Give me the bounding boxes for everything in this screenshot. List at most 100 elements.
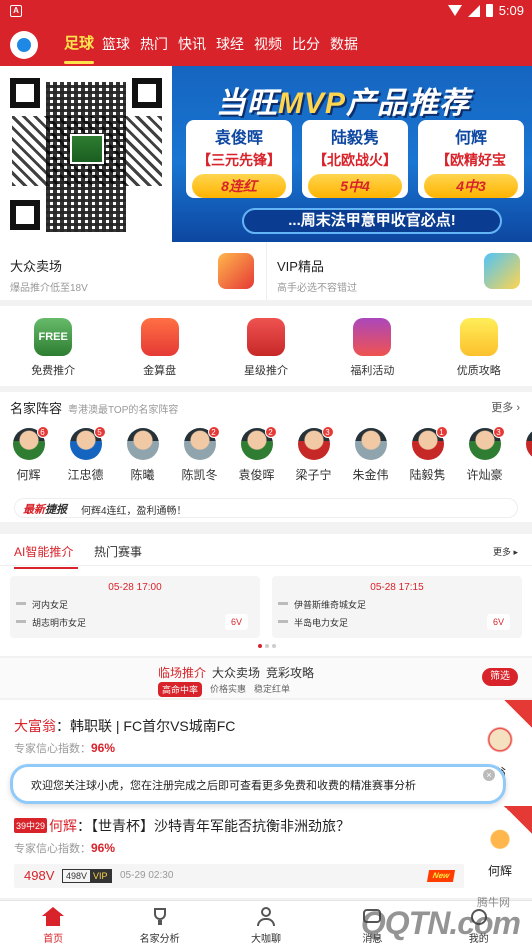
news-ticker[interactable]: 最新捷报 何辉4连红，盈利通畅！ bbox=[14, 498, 518, 518]
match-time: 05-29 02:30 bbox=[120, 870, 174, 881]
filter-high-hit[interactable]: 高命中率 bbox=[158, 682, 203, 697]
category-tabs: 足球 篮球 热门 快讯 球经 视频 比分 数据 bbox=[64, 24, 368, 66]
promo-title: 当旺MVP产品推荐 bbox=[216, 87, 471, 120]
status-bar: A 5:09 bbox=[0, 0, 532, 24]
corner-ribbon bbox=[504, 700, 532, 728]
promo-expert-card[interactable]: 何辉 【欧精好宝 4中3 bbox=[418, 120, 524, 198]
wifi-icon bbox=[447, 5, 462, 16]
expert-avatar[interactable]: 2 陈凯冬 bbox=[171, 426, 228, 483]
expert-avatar[interactable]: 3 许灿豪 bbox=[456, 426, 513, 483]
tab-football[interactable]: 足球 bbox=[64, 24, 102, 66]
bottom-tabbar: 首页 名家分析 大咖聊 消息 我的 bbox=[0, 900, 532, 946]
tab-analysis[interactable]: 球经 bbox=[216, 24, 254, 66]
tab-news[interactable]: 快讯 bbox=[178, 24, 216, 66]
trophy-icon bbox=[149, 907, 171, 927]
clock: 5:09 bbox=[498, 3, 524, 18]
ticker-message: 何辉4连红，盈利通畅！ bbox=[81, 506, 187, 517]
expert-avatar[interactable]: ... bbox=[513, 428, 532, 483]
expert-avatar[interactable]: 3 梁子宁 bbox=[285, 426, 342, 483]
market-entries: 大众卖场 爆品推介低至18V VIP精品 高手必选不容错过 bbox=[0, 242, 532, 300]
new-badge: New bbox=[426, 870, 456, 882]
message-icon bbox=[361, 907, 383, 927]
toast-message: 欢迎您关注球小虎，您在注册完成之后即可查看更多免费和收费的精准赛事分析 bbox=[31, 780, 416, 792]
close-icon[interactable]: × bbox=[483, 769, 495, 781]
chat-person-icon bbox=[255, 907, 277, 927]
expert-avatar[interactable]: 陈曦 bbox=[114, 428, 171, 483]
filter-stable[interactable]: 稳定红单 bbox=[254, 682, 290, 697]
quick-promotions[interactable]: 福利活动 bbox=[319, 306, 425, 386]
vip-entry[interactable]: VIP精品 高手必选不容错过 bbox=[266, 242, 532, 300]
feed-main-tabs: 临场推介 大众卖场 竞彩攻略 bbox=[158, 664, 314, 681]
ai-tabs: AI智能推介 热门赛事 更多 ▸ bbox=[0, 534, 532, 569]
experts-more-link[interactable]: 更多 › bbox=[491, 399, 520, 415]
tab-scores[interactable]: 比分 bbox=[292, 24, 330, 66]
expert-avatar-list: 6 何辉 5 江忠德 陈曦 2 陈凯冬 2 袁俊晖 3 梁子宁 朱金伟 1 陆毅隽 3 许灿豪… bbox=[0, 426, 532, 483]
free-icon: FREE bbox=[34, 318, 73, 356]
signal-icon bbox=[467, 4, 480, 17]
tab-profile[interactable]: 我的 bbox=[426, 901, 532, 946]
vip-icon bbox=[484, 253, 520, 289]
promo-banner[interactable]: 当旺MVP产品推荐 袁俊晖 【三元先锋】 8连红 陆毅隽 【北欧战火】 5中4 … bbox=[0, 66, 532, 242]
confidence-index: 专家信心指数：96% bbox=[14, 841, 116, 855]
app-logo[interactable] bbox=[10, 31, 38, 59]
match-card[interactable]: 05-28 17:00 河内女足 胡志明市女足 6V bbox=[10, 576, 260, 638]
welcome-toast[interactable]: 欢迎您关注球小虎，您在注册完成之后即可查看更多免费和收费的精准赛事分析 × bbox=[10, 764, 506, 804]
tab-hot-matches[interactable]: 热门赛事 bbox=[94, 543, 142, 560]
tab-home[interactable]: 首页 bbox=[0, 901, 106, 946]
quick-star-picks[interactable]: 星级推介 bbox=[213, 306, 319, 386]
feed-post[interactable]: 39中29 何辉：【世青杯】沙特青年军能否抗衡非洲劲旅？ 专家信心指数：96% 4… bbox=[0, 806, 532, 898]
experts-header: 名家阵容 粤港澳最TOP的名家阵容 更多 › bbox=[10, 399, 520, 416]
profile-icon bbox=[468, 907, 490, 927]
ticker-tag: 最新捷报 bbox=[23, 504, 67, 516]
tab-video[interactable]: 视频 bbox=[254, 24, 292, 66]
shop-icon bbox=[218, 253, 254, 289]
star-medal-icon bbox=[246, 318, 285, 356]
post-title: 39中29 何辉：【世青杯】沙特青年军能否抗衡非洲劲旅？ bbox=[14, 818, 351, 834]
tab-public-market[interactable]: 大众卖场 bbox=[212, 664, 260, 681]
filter-good-price[interactable]: 价格实惠 bbox=[210, 682, 246, 697]
ai-section: AI智能推介 热门赛事 更多 ▸ 05-28 17:00 河内女足 胡志明市女足… bbox=[0, 534, 532, 656]
gift-icon bbox=[353, 318, 392, 356]
expert-avatar[interactable]: 朱金伟 bbox=[342, 428, 399, 483]
tab-lottery-guides[interactable]: 竞彩攻略 bbox=[266, 664, 314, 681]
expert-avatar[interactable]: 5 江忠德 bbox=[57, 426, 114, 483]
tab-live-picks[interactable]: 临场推介 bbox=[158, 664, 206, 681]
tab-messages[interactable]: 消息 bbox=[319, 901, 425, 946]
quick-actions: FREE 免费推介 金算盘 星级推介 福利活动 优质攻略 bbox=[0, 306, 532, 386]
tab-hot[interactable]: 热门 bbox=[140, 24, 178, 66]
price: 498V bbox=[24, 868, 55, 883]
post-title: 大富翁：韩职联 | FC首尔VS城南FC bbox=[14, 718, 236, 734]
tab-ai-picks[interactable]: AI智能推介 bbox=[14, 543, 79, 569]
promo-expert-card[interactable]: 陆毅隽 【北欧战火】 5中4 bbox=[302, 120, 408, 198]
tab-bigshot-chat[interactable]: 大咖聊 bbox=[213, 901, 319, 946]
confidence-index: 专家信心指数：96% bbox=[14, 741, 116, 755]
tab-basketball[interactable]: 篮球 bbox=[102, 24, 140, 66]
match-card[interactable]: 05-28 17:15 伊普斯维奇城女足 半岛电力女足 6V bbox=[272, 576, 522, 638]
price-row: 498V 498V VIP 05-29 02:30 New bbox=[14, 864, 464, 888]
ai-more-link[interactable]: 更多 ▸ bbox=[493, 545, 518, 558]
filter-button[interactable]: 筛选 bbox=[482, 668, 518, 686]
system-icons: 5:09 bbox=[447, 3, 524, 18]
quick-free-picks[interactable]: FREE 免费推介 bbox=[0, 306, 106, 386]
quick-guides[interactable]: 优质攻略 bbox=[426, 306, 532, 386]
qr-center-photo bbox=[70, 134, 104, 164]
battery-icon bbox=[485, 4, 493, 17]
top-navbar: 足球 篮球 热门 快讯 球经 视频 比分 数据 bbox=[0, 24, 532, 66]
home-icon bbox=[42, 907, 65, 927]
public-market-entry[interactable]: 大众卖场 爆品推介低至18V bbox=[0, 242, 266, 300]
feed-sub-filters: 高命中率 价格实惠 稳定红单 bbox=[158, 682, 290, 697]
quick-gold-abacus[interactable]: 金算盘 bbox=[106, 306, 212, 386]
mvp-promo[interactable]: 当旺MVP产品推荐 袁俊晖 【三元先锋】 8连红 陆毅隽 【北欧战火】 5中4 … bbox=[172, 66, 532, 242]
carousel-dots bbox=[258, 644, 276, 648]
expert-avatar[interactable]: 6 何辉 bbox=[0, 426, 57, 483]
thumbs-up-icon bbox=[140, 318, 179, 356]
tab-data[interactable]: 数据 bbox=[330, 24, 368, 66]
promo-expert-card[interactable]: 袁俊晖 【三元先锋】 8连红 bbox=[186, 120, 292, 198]
expert-avatar[interactable]: 2 袁俊晖 bbox=[228, 426, 285, 483]
guide-icon bbox=[459, 318, 498, 356]
tab-expert-analysis[interactable]: 名家分析 bbox=[106, 901, 212, 946]
author-avatar[interactable]: 何辉 bbox=[482, 824, 518, 879]
expert-avatar[interactable]: 1 陆毅隽 bbox=[399, 426, 456, 483]
tiger-avatar-icon bbox=[483, 824, 517, 858]
qr-code bbox=[4, 70, 168, 238]
